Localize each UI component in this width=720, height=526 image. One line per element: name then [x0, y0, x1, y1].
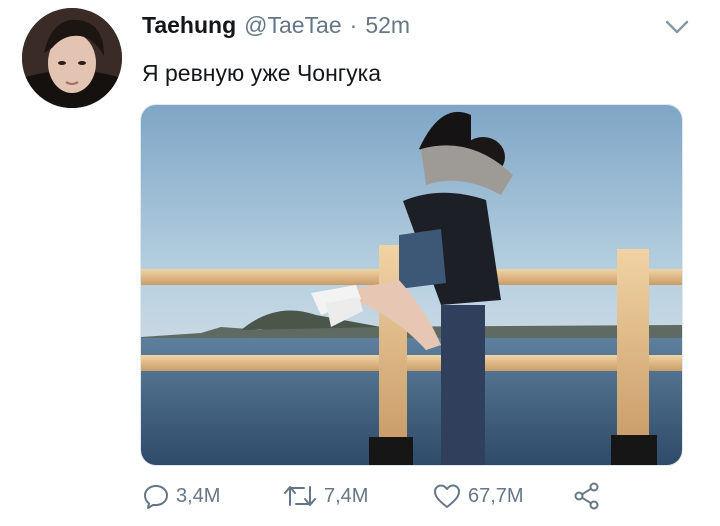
- tweet-card[interactable]: Taehung @TaeTae · 52m Я ревную уже Чонгу…: [0, 0, 720, 526]
- tweet-text: Я ревную уже Чонгука: [142, 60, 382, 86]
- tweet-header: Taehung @TaeTae · 52m: [142, 12, 410, 40]
- timestamp[interactable]: 52m: [365, 12, 410, 39]
- reply-button[interactable]: 3,4M: [142, 482, 282, 510]
- comment-icon: [144, 485, 168, 509]
- retweet-button[interactable]: 7,4M: [282, 482, 432, 510]
- like-count: 67,7M: [468, 484, 524, 507]
- like-button[interactable]: 67,7M: [432, 482, 572, 510]
- avatar[interactable]: [22, 8, 122, 108]
- retweet-icon: [284, 486, 316, 506]
- author-name[interactable]: Taehung: [142, 12, 236, 39]
- separator-dot: ·: [349, 12, 358, 38]
- author-handle[interactable]: @TaeTae: [244, 12, 342, 39]
- share-icon: [574, 482, 599, 510]
- reply-count: 3,4M: [176, 484, 221, 507]
- heart-icon: [434, 484, 460, 508]
- tweet-photo[interactable]: [140, 104, 683, 466]
- chevron-down-icon[interactable]: [664, 18, 690, 36]
- avatar-photo: [22, 8, 122, 108]
- tweet-actions: 3,4M 7,4M 67,7M: [142, 478, 612, 514]
- share-button[interactable]: [572, 481, 612, 511]
- retweet-count: 7,4M: [324, 484, 369, 507]
